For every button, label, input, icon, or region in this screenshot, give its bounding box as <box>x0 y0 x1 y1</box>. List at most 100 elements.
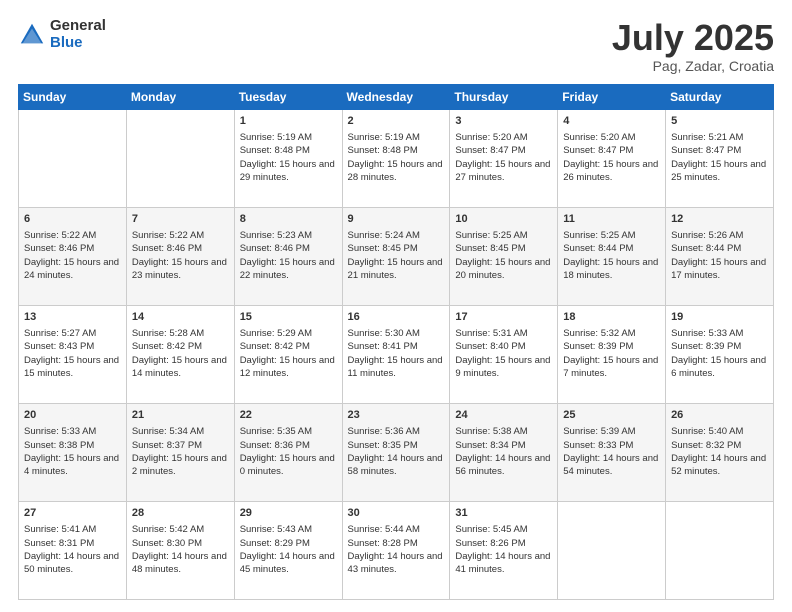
title-area: July 2025 Pag, Zadar, Croatia <box>612 18 774 74</box>
sunrise-text: Sunrise: 5:33 AM <box>671 328 743 339</box>
calendar-row: 6Sunrise: 5:22 AMSunset: 8:46 PMDaylight… <box>19 207 774 305</box>
sunset-text: Sunset: 8:37 PM <box>132 440 202 451</box>
sunset-text: Sunset: 8:45 PM <box>348 243 418 254</box>
sunrise-text: Sunrise: 5:29 AM <box>240 328 312 339</box>
sunset-text: Sunset: 8:47 PM <box>671 145 741 156</box>
day-number: 13 <box>24 310 121 325</box>
logo-text: General Blue <box>50 18 106 51</box>
sunset-text: Sunset: 8:47 PM <box>563 145 633 156</box>
calendar-table: Sunday Monday Tuesday Wednesday Thursday… <box>18 84 774 600</box>
day-number: 6 <box>24 212 121 227</box>
sunrise-text: Sunrise: 5:26 AM <box>671 230 743 241</box>
calendar-header-row: Sunday Monday Tuesday Wednesday Thursday… <box>19 84 774 109</box>
table-row: 2Sunrise: 5:19 AMSunset: 8:48 PMDaylight… <box>342 109 450 207</box>
table-row: 10Sunrise: 5:25 AMSunset: 8:45 PMDayligh… <box>450 207 558 305</box>
day-number: 14 <box>132 310 229 325</box>
table-row: 8Sunrise: 5:23 AMSunset: 8:46 PMDaylight… <box>234 207 342 305</box>
sunrise-text: Sunrise: 5:44 AM <box>348 524 420 535</box>
table-row: 25Sunrise: 5:39 AMSunset: 8:33 PMDayligh… <box>558 403 666 501</box>
table-row: 9Sunrise: 5:24 AMSunset: 8:45 PMDaylight… <box>342 207 450 305</box>
day-number: 21 <box>132 408 229 423</box>
sunrise-text: Sunrise: 5:22 AM <box>24 230 96 241</box>
day-number: 19 <box>671 310 768 325</box>
sunset-text: Sunset: 8:38 PM <box>24 440 94 451</box>
sunset-text: Sunset: 8:31 PM <box>24 538 94 549</box>
day-number: 22 <box>240 408 337 423</box>
sunset-text: Sunset: 8:45 PM <box>455 243 525 254</box>
table-row <box>558 501 666 599</box>
table-row: 4Sunrise: 5:20 AMSunset: 8:47 PMDaylight… <box>558 109 666 207</box>
location: Pag, Zadar, Croatia <box>612 58 774 74</box>
table-row: 31Sunrise: 5:45 AMSunset: 8:26 PMDayligh… <box>450 501 558 599</box>
table-row: 7Sunrise: 5:22 AMSunset: 8:46 PMDaylight… <box>126 207 234 305</box>
sunset-text: Sunset: 8:29 PM <box>240 538 310 549</box>
day-number: 4 <box>563 114 660 129</box>
sunrise-text: Sunrise: 5:21 AM <box>671 132 743 143</box>
table-row: 26Sunrise: 5:40 AMSunset: 8:32 PMDayligh… <box>666 403 774 501</box>
logo: General Blue <box>18 18 106 51</box>
daylight-text: Daylight: 15 hours and 26 minutes. <box>563 159 658 183</box>
sunset-text: Sunset: 8:47 PM <box>455 145 525 156</box>
sunrise-text: Sunrise: 5:25 AM <box>455 230 527 241</box>
sunset-text: Sunset: 8:34 PM <box>455 440 525 451</box>
table-row: 13Sunrise: 5:27 AMSunset: 8:43 PMDayligh… <box>19 305 127 403</box>
day-number: 3 <box>455 114 552 129</box>
table-row <box>19 109 127 207</box>
calendar-row: 13Sunrise: 5:27 AMSunset: 8:43 PMDayligh… <box>19 305 774 403</box>
table-row: 12Sunrise: 5:26 AMSunset: 8:44 PMDayligh… <box>666 207 774 305</box>
day-number: 18 <box>563 310 660 325</box>
sunset-text: Sunset: 8:33 PM <box>563 440 633 451</box>
daylight-text: Daylight: 15 hours and 24 minutes. <box>24 257 119 281</box>
table-row: 18Sunrise: 5:32 AMSunset: 8:39 PMDayligh… <box>558 305 666 403</box>
day-number: 16 <box>348 310 445 325</box>
daylight-text: Daylight: 15 hours and 14 minutes. <box>132 355 227 379</box>
table-row: 5Sunrise: 5:21 AMSunset: 8:47 PMDaylight… <box>666 109 774 207</box>
day-number: 7 <box>132 212 229 227</box>
sunset-text: Sunset: 8:41 PM <box>348 341 418 352</box>
day-number: 23 <box>348 408 445 423</box>
day-number: 9 <box>348 212 445 227</box>
daylight-text: Daylight: 15 hours and 15 minutes. <box>24 355 119 379</box>
table-row: 28Sunrise: 5:42 AMSunset: 8:30 PMDayligh… <box>126 501 234 599</box>
sunset-text: Sunset: 8:35 PM <box>348 440 418 451</box>
sunrise-text: Sunrise: 5:45 AM <box>455 524 527 535</box>
logo-icon <box>18 21 46 49</box>
col-friday: Friday <box>558 84 666 109</box>
table-row: 15Sunrise: 5:29 AMSunset: 8:42 PMDayligh… <box>234 305 342 403</box>
daylight-text: Daylight: 14 hours and 43 minutes. <box>348 551 443 575</box>
col-sunday: Sunday <box>19 84 127 109</box>
sunrise-text: Sunrise: 5:22 AM <box>132 230 204 241</box>
sunrise-text: Sunrise: 5:36 AM <box>348 426 420 437</box>
sunrise-text: Sunrise: 5:35 AM <box>240 426 312 437</box>
sunset-text: Sunset: 8:48 PM <box>348 145 418 156</box>
day-number: 8 <box>240 212 337 227</box>
table-row <box>666 501 774 599</box>
sunrise-text: Sunrise: 5:25 AM <box>563 230 635 241</box>
day-number: 28 <box>132 506 229 521</box>
daylight-text: Daylight: 14 hours and 52 minutes. <box>671 453 766 477</box>
calendar-row: 27 Sunrise: 5:41 AM Sunset: 8:31 PM Dayligh… <box>19 501 774 599</box>
table-row: 19Sunrise: 5:33 AMSunset: 8:39 PMDayligh… <box>666 305 774 403</box>
sunrise-text: Sunrise: 5:30 AM <box>348 328 420 339</box>
day-number: 26 <box>671 408 768 423</box>
daylight-text: Daylight: 15 hours and 20 minutes. <box>455 257 550 281</box>
day-number: 2 <box>348 114 445 129</box>
day-number: 27 <box>24 506 121 521</box>
day-number: 5 <box>671 114 768 129</box>
daylight-text: Daylight: 14 hours and 48 minutes. <box>132 551 227 575</box>
table-row: 17Sunrise: 5:31 AMSunset: 8:40 PMDayligh… <box>450 305 558 403</box>
header: General Blue July 2025 Pag, Zadar, Croat… <box>18 18 774 74</box>
sunrise-text: Sunrise: 5:34 AM <box>132 426 204 437</box>
sunrise-text: Sunrise: 5:42 AM <box>132 524 204 535</box>
day-number: 15 <box>240 310 337 325</box>
sunrise-text: Sunrise: 5:20 AM <box>455 132 527 143</box>
table-row: 30Sunrise: 5:44 AMSunset: 8:28 PMDayligh… <box>342 501 450 599</box>
page: General Blue July 2025 Pag, Zadar, Croat… <box>0 0 792 612</box>
daylight-text: Daylight: 14 hours and 54 minutes. <box>563 453 658 477</box>
table-row: 29Sunrise: 5:43 AMSunset: 8:29 PMDayligh… <box>234 501 342 599</box>
col-wednesday: Wednesday <box>342 84 450 109</box>
sunrise-text: Sunrise: 5:41 AM <box>24 524 96 535</box>
col-tuesday: Tuesday <box>234 84 342 109</box>
daylight-text: Daylight: 15 hours and 7 minutes. <box>563 355 658 379</box>
sunset-text: Sunset: 8:43 PM <box>24 341 94 352</box>
